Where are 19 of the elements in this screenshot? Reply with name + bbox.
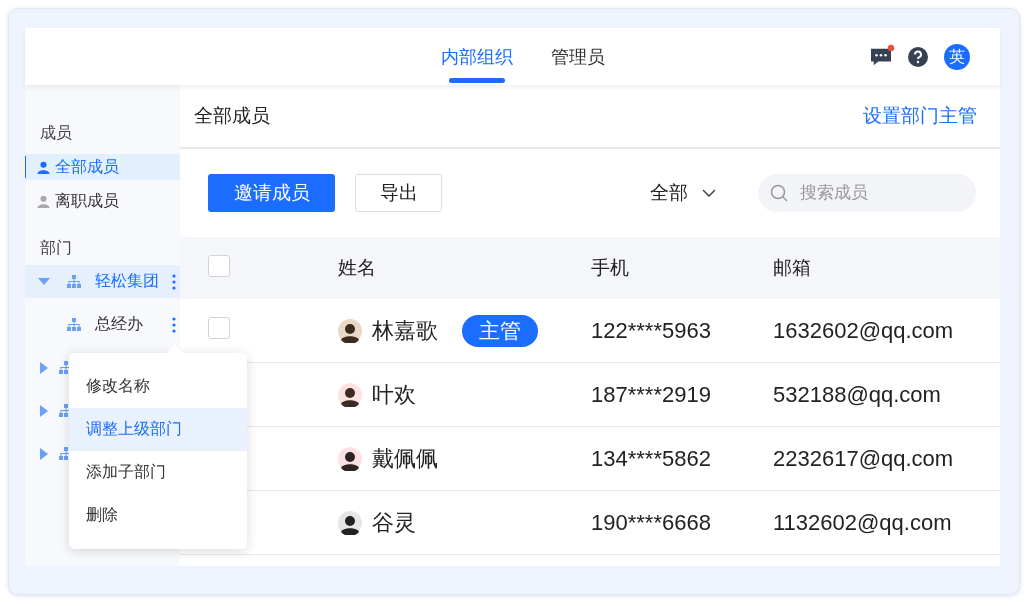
table-cell-text: 187****2919: [591, 381, 712, 408]
table-cell-text: 122****5963: [591, 317, 712, 344]
table-cell-text: 532188@qq.com: [773, 381, 942, 408]
member-name: 林嘉歌: [372, 316, 438, 345]
manager-badge: 主管: [462, 314, 538, 347]
table-cell-text: 2232617@qq.com: [773, 445, 955, 472]
table-cell-text: 190****6668: [591, 509, 712, 536]
table-cell-text: 134****5862: [591, 445, 712, 472]
member-name: 叶欢: [372, 380, 416, 409]
column-header: 邮箱: [773, 256, 812, 280]
column-header: 手机: [591, 256, 630, 280]
member-name: 戴佩佩: [372, 444, 438, 473]
section-title: 成员: [39, 123, 73, 143]
section-title: 部门: [39, 238, 73, 258]
table-cell-text: 1132602@qq.com: [773, 509, 953, 536]
table-cell-text: 1632602@qq.com: [773, 317, 955, 344]
page-title: 全部成员: [194, 104, 270, 128]
column-header: 姓名: [338, 256, 377, 280]
member-name: 谷灵: [372, 508, 416, 537]
